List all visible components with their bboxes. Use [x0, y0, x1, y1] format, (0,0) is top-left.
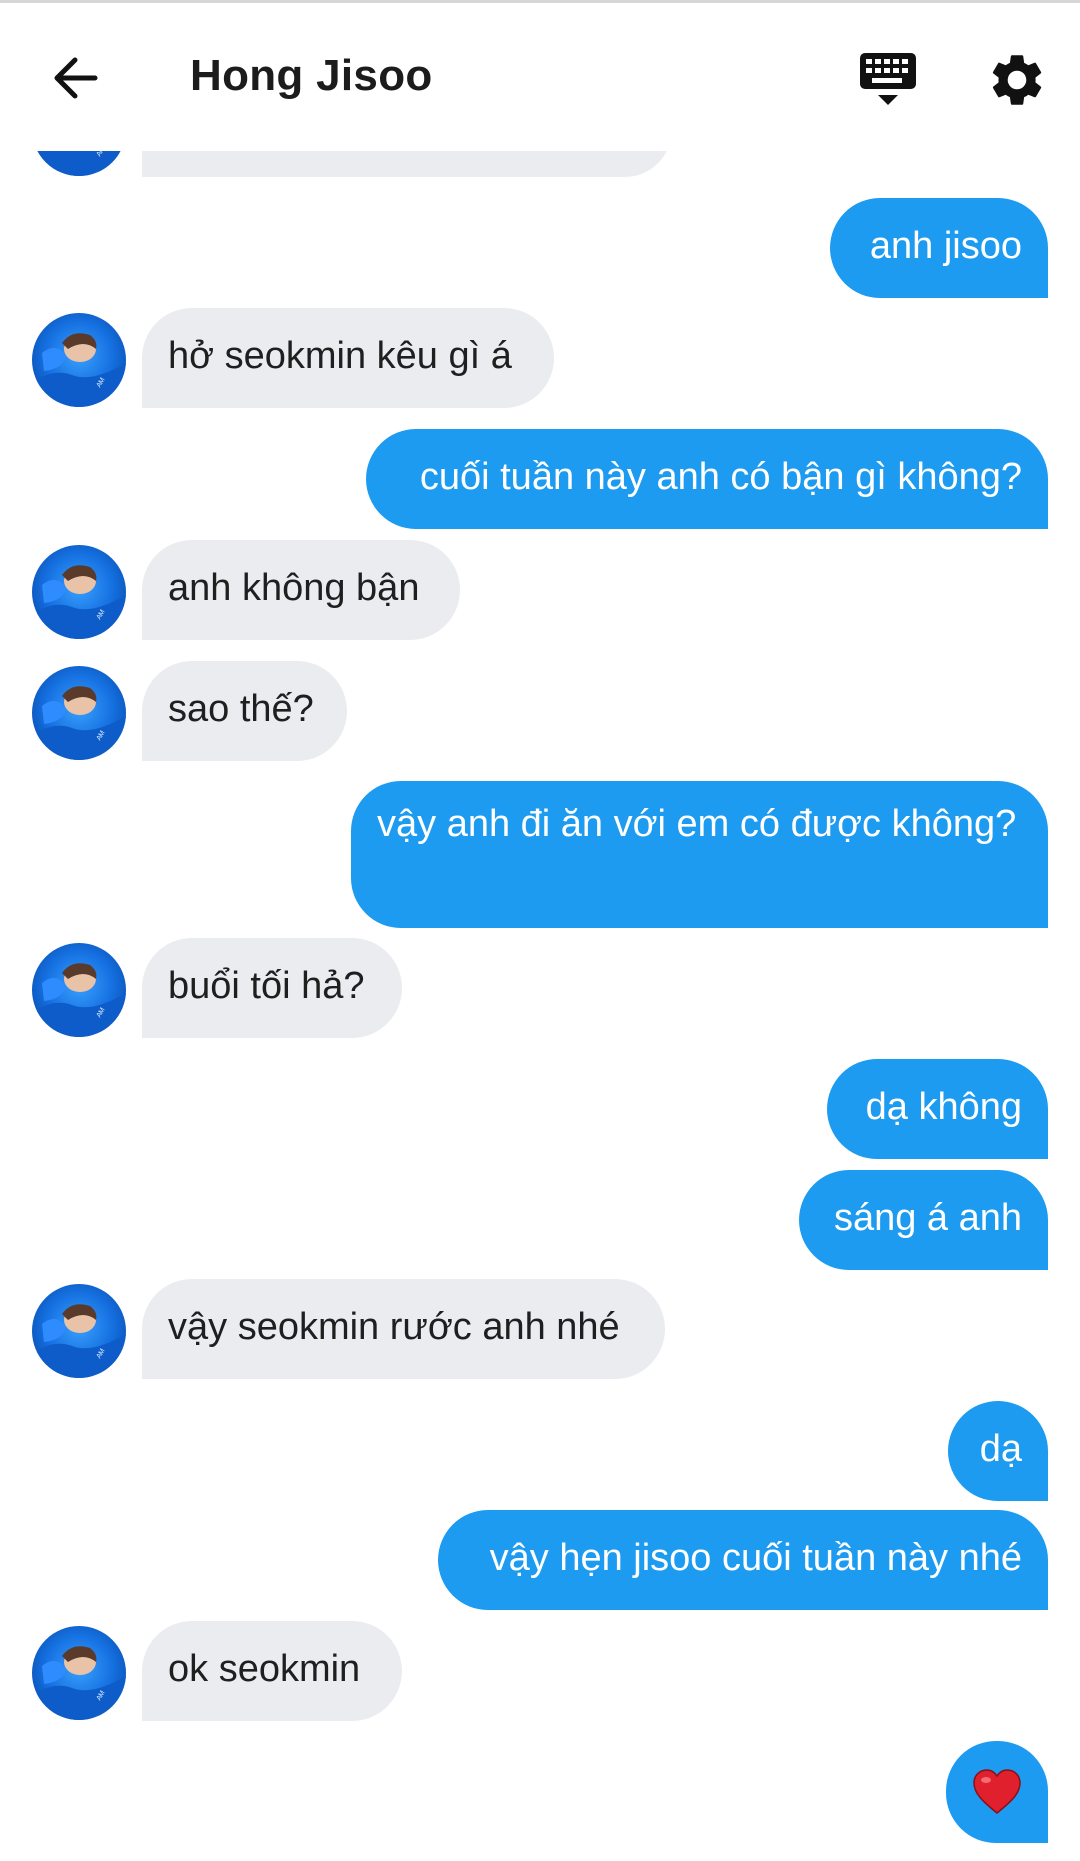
- message-bubble-incoming[interactable]: hở seokmin kêu gì á: [142, 308, 554, 408]
- back-button[interactable]: [40, 43, 110, 113]
- message-bubble-incoming[interactable]: vậy seokmin rước anh nhé: [142, 1279, 665, 1379]
- message-bubble-incoming[interactable]: buổi tối hả?: [142, 938, 402, 1038]
- avatar[interactable]: [32, 1284, 126, 1378]
- message-bubble-outgoing[interactable]: vậy anh đi ăn với em có được không?: [351, 781, 1048, 928]
- message-list[interactable]: anh jisoo hở seokmin kêu gì á cuối tuần …: [0, 0, 1080, 1861]
- message-bubble-outgoing[interactable]: [946, 1741, 1048, 1843]
- heart-emoji: [973, 1769, 1021, 1814]
- avatar[interactable]: [32, 943, 126, 1037]
- message-bubble-incoming[interactable]: anh không bận: [142, 540, 460, 640]
- settings-button[interactable]: [986, 49, 1048, 111]
- gear-icon: [992, 55, 1042, 105]
- message-bubble-incoming[interactable]: sao thế?: [142, 661, 347, 761]
- keyboard-button[interactable]: [858, 49, 924, 115]
- message-bubble-outgoing[interactable]: vậy hẹn jisoo cuối tuần này nhé: [438, 1510, 1048, 1610]
- avatar[interactable]: [32, 545, 126, 639]
- message-bubble-incoming[interactable]: ok seokmin: [142, 1621, 402, 1721]
- keyboard-icon: [860, 53, 916, 105]
- message-bubble-outgoing[interactable]: cuối tuần này anh có bận gì không?: [366, 429, 1048, 529]
- chat-header: Hong Jisoo: [0, 3, 1080, 151]
- avatar[interactable]: [32, 666, 126, 760]
- page-title: Hong Jisoo: [190, 51, 433, 100]
- arrow-left-icon: [54, 57, 98, 99]
- avatar[interactable]: [32, 1626, 126, 1720]
- avatar[interactable]: [32, 313, 126, 407]
- message-bubble-outgoing[interactable]: dạ không: [827, 1059, 1048, 1159]
- message-bubble-outgoing[interactable]: sáng á anh: [799, 1170, 1048, 1270]
- message-bubble-outgoing[interactable]: anh jisoo: [830, 198, 1048, 298]
- message-bubble-outgoing[interactable]: dạ: [948, 1401, 1048, 1501]
